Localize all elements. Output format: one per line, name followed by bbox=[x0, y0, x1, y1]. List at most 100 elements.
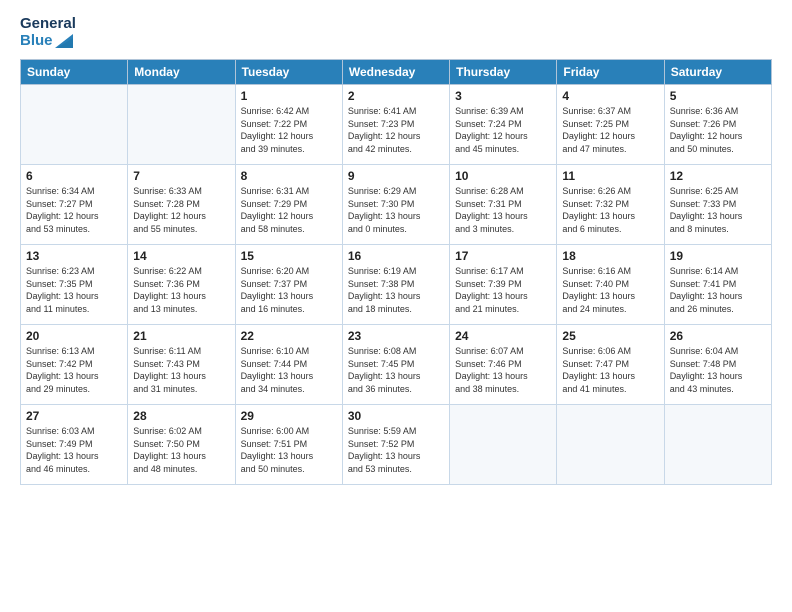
calendar-cell: 26Sunrise: 6:04 AM Sunset: 7:48 PM Dayli… bbox=[664, 325, 771, 405]
calendar-cell: 4 Sunrise: 6:37 AM Sunset: 7:25 PM Daylig… bbox=[557, 85, 664, 165]
day-info: Sunrise: 6:36 AM Sunset: 7:26 PM Dayligh… bbox=[670, 105, 766, 155]
calendar-cell: 8 Sunrise: 6:31 AM Sunset: 7:29 PM Daylig… bbox=[235, 165, 342, 245]
day-info: Sunrise: 6:08 AM Sunset: 7:45 PM Dayligh… bbox=[348, 345, 444, 395]
week-row-1: 1 Sunrise: 6:42 AM Sunset: 7:22 PM Daylig… bbox=[21, 85, 772, 165]
day-number: 21 bbox=[133, 329, 229, 343]
calendar-cell: 24 Sunrise: 6:07 AM Sunset: 7:46 PM Dayli… bbox=[450, 325, 557, 405]
day-number: 15 bbox=[241, 249, 337, 263]
calendar-cell bbox=[664, 405, 771, 485]
day-number: 1 bbox=[241, 89, 337, 103]
day-number: 5 bbox=[670, 89, 766, 103]
calendar-cell: 9 Sunrise: 6:29 AM Sunset: 7:30 PM Daylig… bbox=[342, 165, 449, 245]
calendar-cell: 5 Sunrise: 6:36 AM Sunset: 7:26 PM Daylig… bbox=[664, 85, 771, 165]
day-number: 8 bbox=[241, 169, 337, 183]
day-info: Sunrise: 6:20 AM Sunset: 7:37 PM Dayligh… bbox=[241, 265, 337, 315]
week-row-2: 6Sunrise: 6:34 AM Sunset: 7:27 PM Daylig… bbox=[21, 165, 772, 245]
day-info: Sunrise: 6:23 AM Sunset: 7:35 PM Dayligh… bbox=[26, 265, 122, 315]
calendar-cell bbox=[21, 85, 128, 165]
day-number: 3 bbox=[455, 89, 551, 103]
day-info: Sunrise: 6:39 AM Sunset: 7:24 PM Dayligh… bbox=[455, 105, 551, 155]
calendar-cell: 17Sunrise: 6:17 AM Sunset: 7:39 PM Dayli… bbox=[450, 245, 557, 325]
day-number: 22 bbox=[241, 329, 337, 343]
weekday-header-saturday: Saturday bbox=[664, 60, 771, 85]
weekday-header-friday: Friday bbox=[557, 60, 664, 85]
logo: General Blue bbox=[20, 16, 76, 49]
calendar-cell: 14Sunrise: 6:22 AM Sunset: 7:36 PM Dayli… bbox=[128, 245, 235, 325]
day-number: 10 bbox=[455, 169, 551, 183]
calendar-cell: 20 Sunrise: 6:13 AM Sunset: 7:42 PM Dayli… bbox=[21, 325, 128, 405]
day-info: Sunrise: 6:26 AM Sunset: 7:32 PM Dayligh… bbox=[562, 185, 658, 235]
day-number: 29 bbox=[241, 409, 337, 423]
calendar-cell: 29Sunrise: 6:00 AM Sunset: 7:51 PM Dayli… bbox=[235, 405, 342, 485]
day-info: Sunrise: 6:37 AM Sunset: 7:25 PM Dayligh… bbox=[562, 105, 658, 155]
day-number: 2 bbox=[348, 89, 444, 103]
day-info: Sunrise: 6:02 AM Sunset: 7:50 PM Dayligh… bbox=[133, 425, 229, 475]
week-row-3: 13 Sunrise: 6:23 AM Sunset: 7:35 PM Dayli… bbox=[21, 245, 772, 325]
day-number: 26 bbox=[670, 329, 766, 343]
day-info: Sunrise: 6:03 AM Sunset: 7:49 PM Dayligh… bbox=[26, 425, 122, 475]
calendar-cell: 11 Sunrise: 6:26 AM Sunset: 7:32 PM Dayli… bbox=[557, 165, 664, 245]
calendar-cell: 6Sunrise: 6:34 AM Sunset: 7:27 PM Daylig… bbox=[21, 165, 128, 245]
day-number: 11 bbox=[562, 169, 658, 183]
day-info: Sunrise: 6:41 AM Sunset: 7:23 PM Dayligh… bbox=[348, 105, 444, 155]
calendar-cell: 1 Sunrise: 6:42 AM Sunset: 7:22 PM Daylig… bbox=[235, 85, 342, 165]
day-info: Sunrise: 5:59 AM Sunset: 7:52 PM Dayligh… bbox=[348, 425, 444, 475]
day-info: Sunrise: 6:16 AM Sunset: 7:40 PM Dayligh… bbox=[562, 265, 658, 315]
weekday-header-row: SundayMondayTuesdayWednesdayThursdayFrid… bbox=[21, 60, 772, 85]
day-number: 27 bbox=[26, 409, 122, 423]
day-number: 25 bbox=[562, 329, 658, 343]
day-number: 4 bbox=[562, 89, 658, 103]
calendar-cell: 21Sunrise: 6:11 AM Sunset: 7:43 PM Dayli… bbox=[128, 325, 235, 405]
calendar-cell: 19Sunrise: 6:14 AM Sunset: 7:41 PM Dayli… bbox=[664, 245, 771, 325]
day-number: 20 bbox=[26, 329, 122, 343]
header: General Blue bbox=[20, 16, 772, 49]
calendar-cell: 3 Sunrise: 6:39 AM Sunset: 7:24 PM Daylig… bbox=[450, 85, 557, 165]
calendar-cell: 25 Sunrise: 6:06 AM Sunset: 7:47 PM Dayli… bbox=[557, 325, 664, 405]
day-number: 12 bbox=[670, 169, 766, 183]
calendar-cell: 7Sunrise: 6:33 AM Sunset: 7:28 PM Daylig… bbox=[128, 165, 235, 245]
day-number: 14 bbox=[133, 249, 229, 263]
weekday-header-sunday: Sunday bbox=[21, 60, 128, 85]
week-row-5: 27 Sunrise: 6:03 AM Sunset: 7:49 PM Dayli… bbox=[21, 405, 772, 485]
logo-general: General bbox=[20, 16, 76, 33]
calendar-cell bbox=[450, 405, 557, 485]
day-info: Sunrise: 6:33 AM Sunset: 7:28 PM Dayligh… bbox=[133, 185, 229, 235]
day-info: Sunrise: 6:31 AM Sunset: 7:29 PM Dayligh… bbox=[241, 185, 337, 235]
day-number: 24 bbox=[455, 329, 551, 343]
calendar-cell bbox=[557, 405, 664, 485]
day-number: 23 bbox=[348, 329, 444, 343]
day-info: Sunrise: 6:06 AM Sunset: 7:47 PM Dayligh… bbox=[562, 345, 658, 395]
day-info: Sunrise: 6:42 AM Sunset: 7:22 PM Dayligh… bbox=[241, 105, 337, 155]
day-number: 28 bbox=[133, 409, 229, 423]
day-info: Sunrise: 6:17 AM Sunset: 7:39 PM Dayligh… bbox=[455, 265, 551, 315]
calendar-cell: 13 Sunrise: 6:23 AM Sunset: 7:35 PM Dayli… bbox=[21, 245, 128, 325]
weekday-header-thursday: Thursday bbox=[450, 60, 557, 85]
logo-text-block: General Blue bbox=[20, 16, 76, 49]
day-number: 16 bbox=[348, 249, 444, 263]
calendar-cell: 30 Sunrise: 5:59 AM Sunset: 7:52 PM Dayli… bbox=[342, 405, 449, 485]
day-info: Sunrise: 6:28 AM Sunset: 7:31 PM Dayligh… bbox=[455, 185, 551, 235]
calendar-cell: 28 Sunrise: 6:02 AM Sunset: 7:50 PM Dayli… bbox=[128, 405, 235, 485]
calendar-cell: 10 Sunrise: 6:28 AM Sunset: 7:31 PM Dayli… bbox=[450, 165, 557, 245]
calendar-cell: 27 Sunrise: 6:03 AM Sunset: 7:49 PM Dayli… bbox=[21, 405, 128, 485]
calendar-cell: 23 Sunrise: 6:08 AM Sunset: 7:45 PM Dayli… bbox=[342, 325, 449, 405]
day-info: Sunrise: 6:07 AM Sunset: 7:46 PM Dayligh… bbox=[455, 345, 551, 395]
calendar-cell: 12Sunrise: 6:25 AM Sunset: 7:33 PM Dayli… bbox=[664, 165, 771, 245]
day-number: 18 bbox=[562, 249, 658, 263]
day-info: Sunrise: 6:19 AM Sunset: 7:38 PM Dayligh… bbox=[348, 265, 444, 315]
day-info: Sunrise: 6:10 AM Sunset: 7:44 PM Dayligh… bbox=[241, 345, 337, 395]
logo-blue: Blue bbox=[20, 33, 76, 50]
day-number: 9 bbox=[348, 169, 444, 183]
calendar-cell: 18 Sunrise: 6:16 AM Sunset: 7:40 PM Dayli… bbox=[557, 245, 664, 325]
day-number: 30 bbox=[348, 409, 444, 423]
day-info: Sunrise: 6:29 AM Sunset: 7:30 PM Dayligh… bbox=[348, 185, 444, 235]
weekday-header-wednesday: Wednesday bbox=[342, 60, 449, 85]
day-number: 13 bbox=[26, 249, 122, 263]
day-number: 19 bbox=[670, 249, 766, 263]
day-info: Sunrise: 6:13 AM Sunset: 7:42 PM Dayligh… bbox=[26, 345, 122, 395]
day-number: 6 bbox=[26, 169, 122, 183]
calendar-cell: 15 Sunrise: 6:20 AM Sunset: 7:37 PM Dayli… bbox=[235, 245, 342, 325]
calendar-cell: 16 Sunrise: 6:19 AM Sunset: 7:38 PM Dayli… bbox=[342, 245, 449, 325]
weekday-header-monday: Monday bbox=[128, 60, 235, 85]
logo-wing-icon bbox=[55, 34, 73, 48]
